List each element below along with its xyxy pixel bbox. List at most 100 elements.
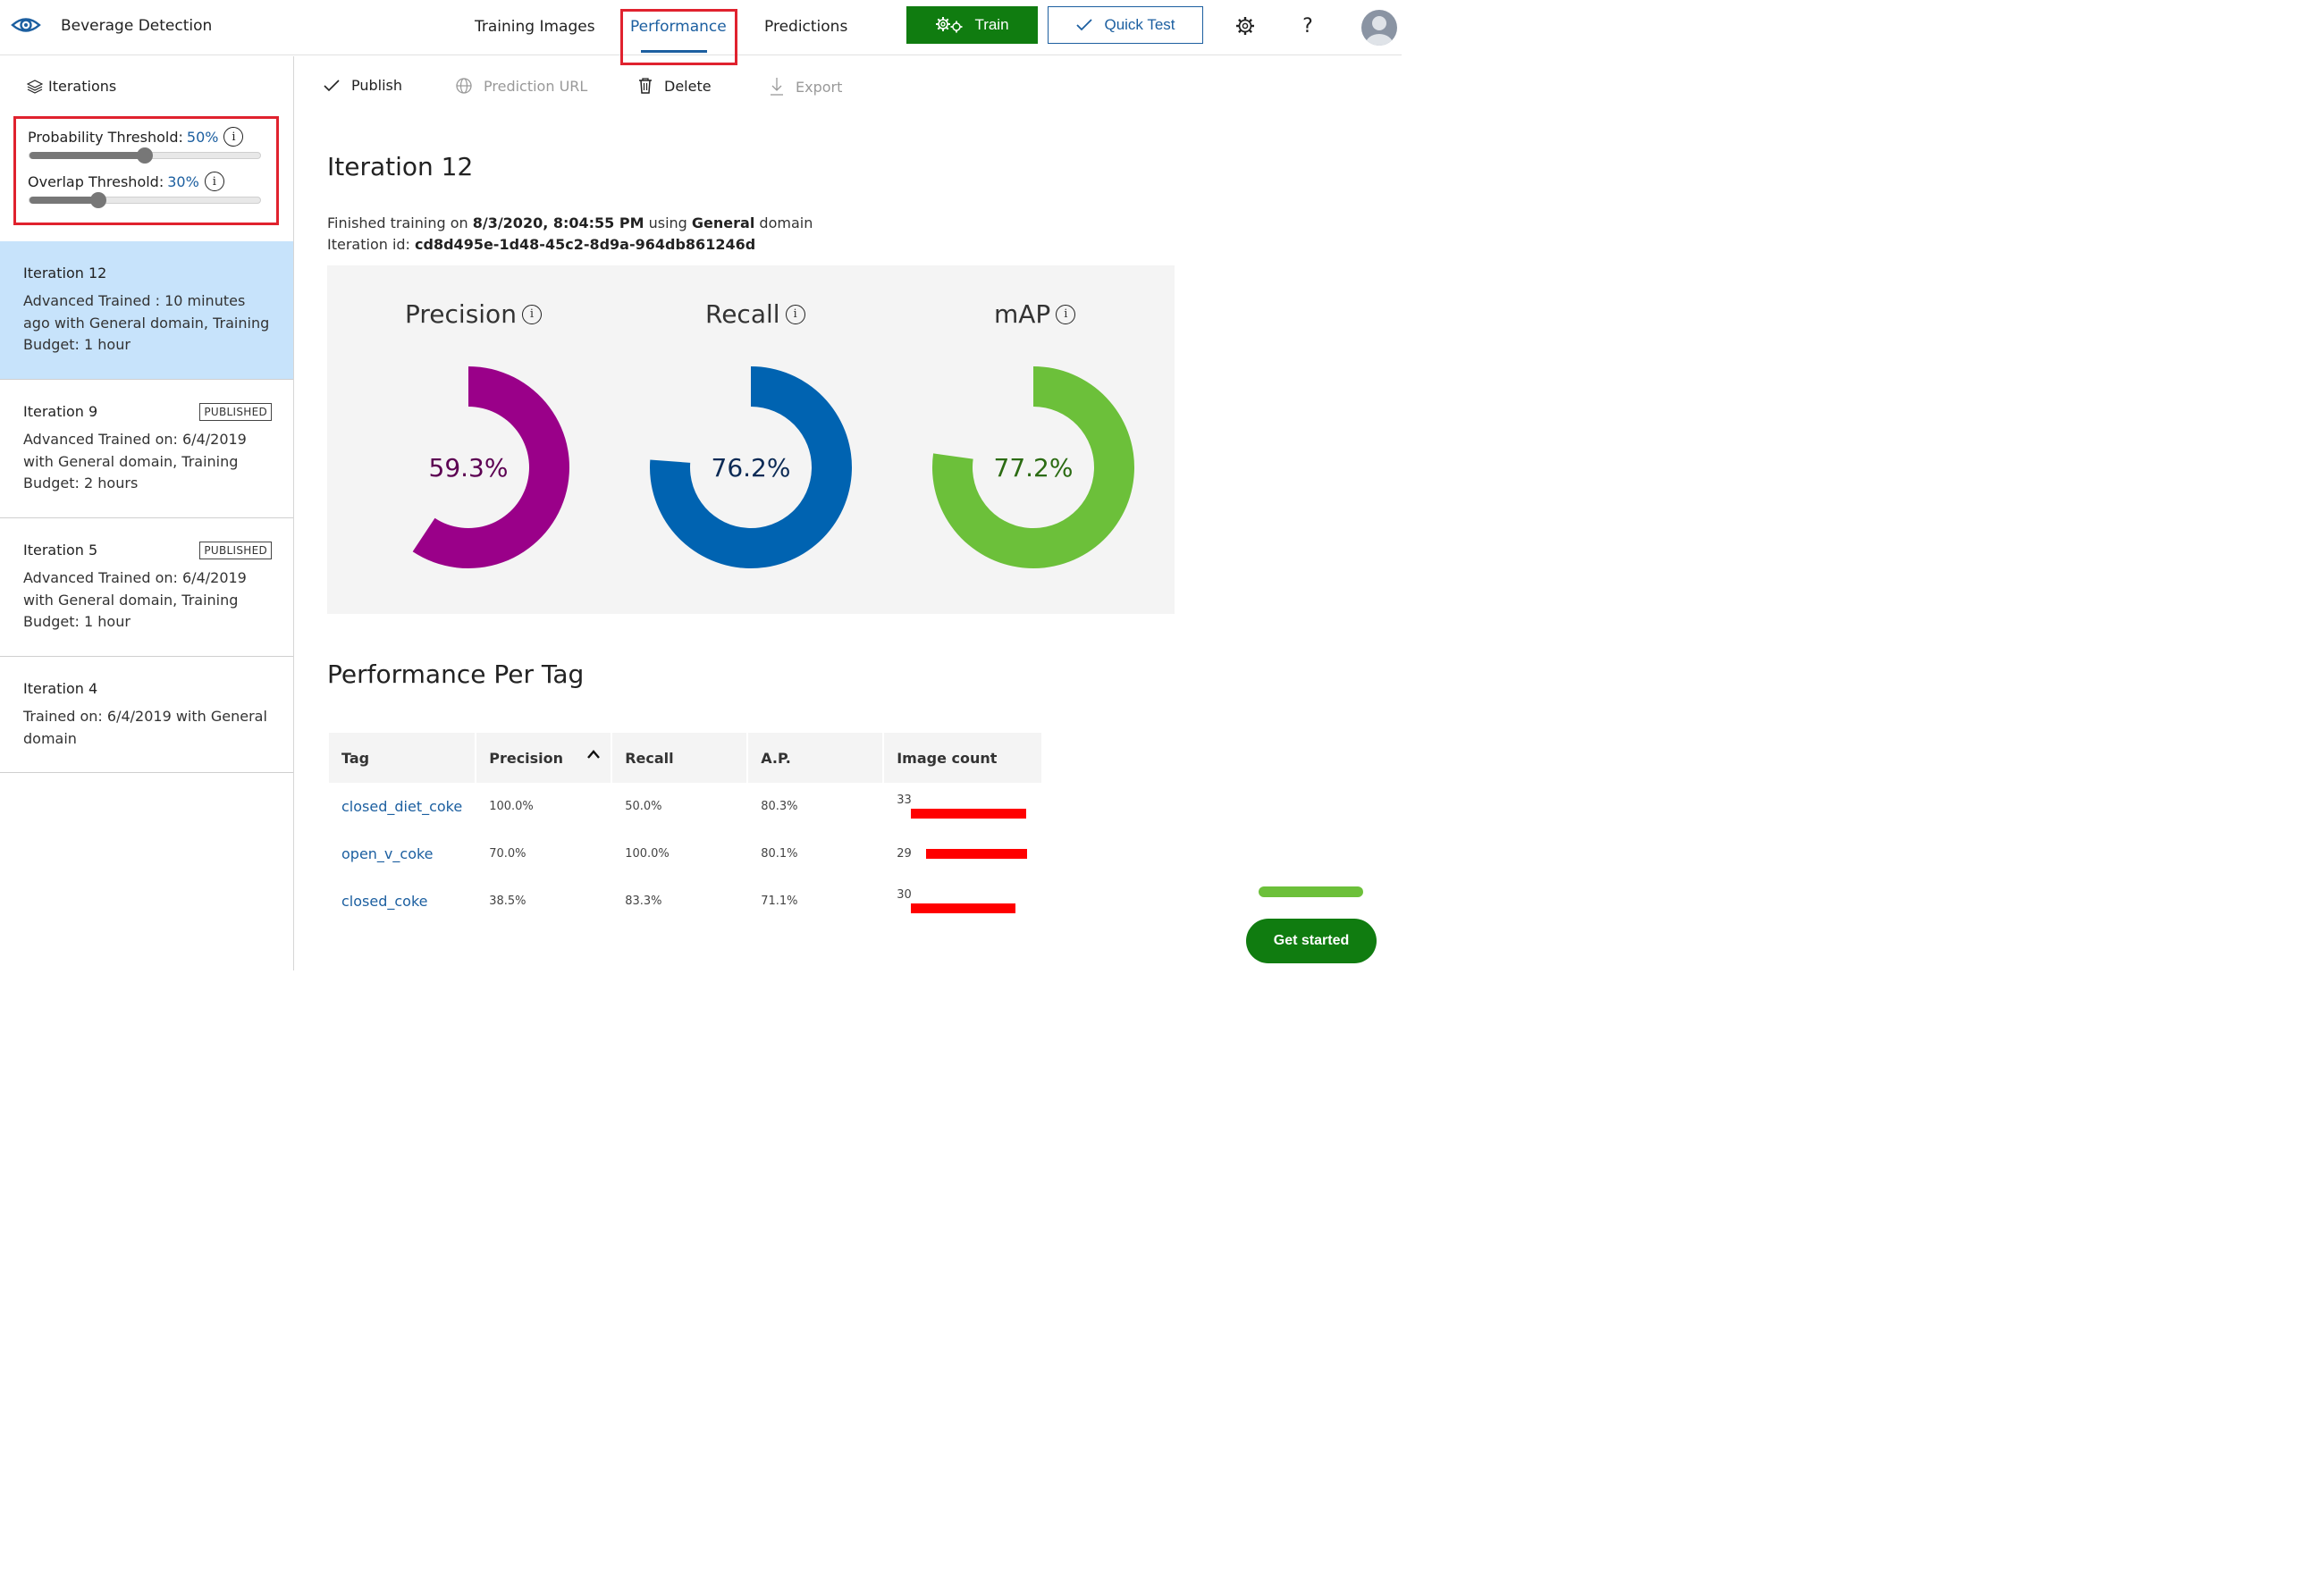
- recall-label: Recall i: [705, 299, 805, 329]
- recall-label-text: Recall: [705, 299, 780, 329]
- precision-label: Precision i: [405, 299, 542, 329]
- overlap-threshold-label: Overlap Threshold: 30% i: [28, 172, 224, 191]
- threshold-controls: Probability Threshold: 50% i Overlap Thr…: [13, 116, 279, 225]
- export-label: Export: [796, 78, 843, 96]
- delete-button[interactable]: Delete: [637, 77, 712, 95]
- eye-logo-icon: [11, 18, 41, 32]
- table-row: closed_coke 38.5% 83.3% 71.1% 30: [329, 878, 1041, 925]
- tag-link[interactable]: open_v_coke: [329, 830, 475, 878]
- info-icon[interactable]: i: [785, 304, 805, 324]
- info-icon[interactable]: i: [1056, 304, 1076, 324]
- layers-icon: [27, 79, 43, 94]
- iteration-id-label: Iteration id:: [327, 236, 416, 253]
- performance-per-tag-table: Tag Precision Recall A.P. Image count cl…: [327, 733, 1043, 925]
- precision-cell: 70.0%: [489, 847, 526, 861]
- precision-label-text: Precision: [405, 299, 517, 329]
- finished-prefix: Finished training on: [327, 214, 473, 231]
- map-label: mAP i: [994, 299, 1076, 329]
- user-avatar[interactable]: [1361, 10, 1397, 46]
- tab-predictions[interactable]: Predictions: [764, 18, 847, 36]
- image-count-bar: [925, 849, 1028, 859]
- settings-gear-icon[interactable]: [1232, 13, 1259, 39]
- quick-test-button[interactable]: Quick Test: [1048, 6, 1203, 44]
- image-count-value: 30: [897, 887, 912, 902]
- iterations-sidebar: Iterations Probability Threshold: 50% i …: [0, 56, 294, 970]
- finished-mid: using: [644, 214, 692, 231]
- download-icon: [771, 78, 783, 96]
- iterations-header: Iterations: [27, 78, 116, 95]
- iteration-title: Iteration 12: [23, 265, 107, 281]
- train-button[interactable]: Train: [906, 6, 1038, 44]
- recall-cell: 100.0%: [625, 847, 670, 861]
- overlap-slider-thumb[interactable]: [90, 192, 107, 208]
- column-header-precision[interactable]: Precision: [476, 733, 611, 783]
- publish-button[interactable]: Publish: [323, 77, 402, 94]
- tab-training-images[interactable]: Training Images: [475, 18, 595, 36]
- person-icon: [1366, 16, 1393, 46]
- column-header-image-count[interactable]: Image count: [884, 733, 1042, 783]
- ap-cell: 80.1%: [761, 847, 798, 861]
- iteration-description: Trained on: 6/4/2019 with General domain: [23, 708, 267, 747]
- probability-threshold-slider[interactable]: [29, 147, 261, 164]
- checkmark-icon: [324, 79, 340, 91]
- probability-threshold-text: Probability Threshold:: [28, 128, 183, 146]
- ap-cell: 71.1%: [761, 895, 798, 908]
- probability-threshold-value: 50%: [186, 128, 219, 146]
- iteration-title: Iteration 4: [23, 680, 98, 697]
- iteration-item-4[interactable]: Iteration 4 Trained on: 6/4/2019 with Ge…: [0, 657, 293, 773]
- gears-icon: [936, 17, 963, 33]
- table-row: closed_diet_coke 100.0% 50.0% 80.3% 33: [329, 783, 1041, 830]
- image-count-value: 33: [897, 793, 912, 807]
- train-button-label: Train: [974, 16, 1009, 33]
- iteration-id-text: Iteration id: cd8d495e-1d48-45c2-8d9a-96…: [327, 236, 755, 253]
- column-header-ap[interactable]: A.P.: [748, 733, 883, 783]
- globe-icon: [456, 78, 472, 94]
- precision-value: 59.3%: [428, 453, 509, 483]
- image-count-value: 29: [897, 847, 912, 861]
- finished-date: 8/3/2020, 8:04:55 PM: [472, 214, 644, 231]
- column-header-precision-label: Precision: [489, 749, 564, 767]
- iteration-item-9[interactable]: Iteration 9 PUBLISHED Advanced Trained o…: [0, 380, 293, 518]
- metrics-panel: Precision i Recall i mAP i 59.3% 76.2% 7…: [327, 265, 1175, 614]
- probability-threshold-label: Probability Threshold: 50% i: [28, 127, 244, 147]
- progress-indicator: [1259, 886, 1363, 897]
- get-started-button[interactable]: Get started: [1246, 919, 1377, 963]
- recall-cell: 50.0%: [625, 800, 662, 813]
- top-bar: Beverage Detection Training Images Perfo…: [0, 0, 1402, 65]
- info-icon[interactable]: i: [204, 172, 224, 191]
- finished-suffix: domain: [754, 214, 813, 231]
- export-button[interactable]: Export: [769, 77, 842, 97]
- publish-label: Publish: [351, 77, 403, 94]
- info-icon[interactable]: i: [223, 127, 244, 147]
- checkmark-icon: [1076, 19, 1093, 31]
- overlap-threshold-text: Overlap Threshold:: [28, 172, 164, 190]
- column-header-tag[interactable]: Tag: [329, 733, 476, 783]
- tag-link[interactable]: closed_diet_coke: [329, 783, 475, 830]
- info-icon[interactable]: i: [521, 304, 542, 324]
- delete-label: Delete: [664, 77, 712, 95]
- ap-cell: 80.3%: [761, 800, 798, 813]
- iteration-description: Advanced Trained on: 6/4/2019 with Gener…: [23, 569, 247, 630]
- published-badge: PUBLISHED: [199, 403, 272, 421]
- probability-slider-thumb[interactable]: [137, 147, 153, 164]
- tag-link[interactable]: closed_coke: [329, 878, 475, 925]
- overlap-threshold-value: 30%: [167, 172, 199, 190]
- image-count-bar: [911, 903, 1016, 913]
- column-header-recall[interactable]: Recall: [612, 733, 747, 783]
- recall-cell: 83.3%: [625, 895, 662, 908]
- help-icon[interactable]: ?: [1294, 13, 1321, 39]
- app-title: Beverage Detection: [61, 17, 213, 35]
- iterations-header-label: Iterations: [48, 78, 117, 95]
- iteration-item-12[interactable]: Iteration 12 Advanced Trained : 10 minut…: [0, 241, 293, 380]
- sort-ascending-icon: [587, 750, 601, 759]
- prediction-url-button[interactable]: Prediction URL: [455, 77, 587, 95]
- precision-cell: 38.5%: [489, 895, 526, 908]
- iteration-item-5[interactable]: Iteration 5 PUBLISHED Advanced Trained o…: [0, 518, 293, 657]
- map-label-text: mAP: [994, 299, 1051, 329]
- precision-cell: 100.0%: [489, 800, 534, 813]
- quick-test-button-label: Quick Test: [1104, 16, 1175, 33]
- overlap-threshold-slider[interactable]: [29, 192, 261, 208]
- image-count-cell: 30: [884, 878, 1041, 925]
- performance-per-tag-title: Performance Per Tag: [327, 659, 585, 689]
- map-value: 77.2%: [993, 453, 1074, 483]
